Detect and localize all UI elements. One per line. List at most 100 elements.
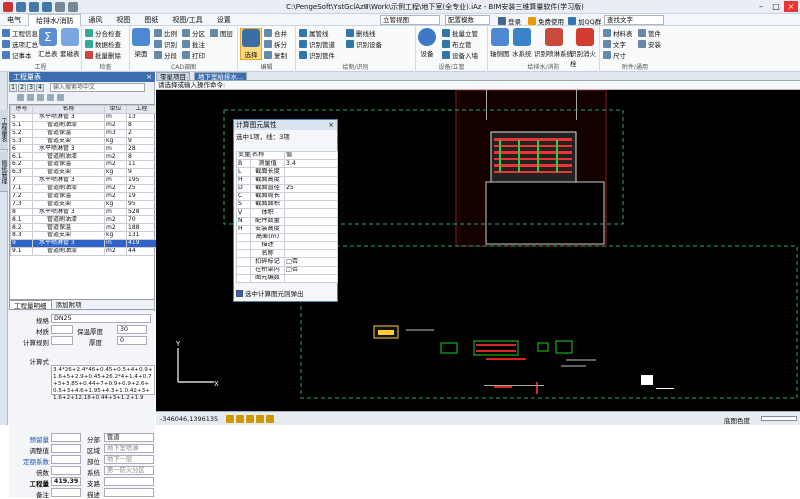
open-file-icon[interactable] bbox=[29, 2, 39, 12]
property-value[interactable]: □否 bbox=[284, 265, 338, 275]
project-info-button[interactable]: 工程信息 bbox=[2, 28, 38, 38]
col-header-unit[interactable]: 单位 bbox=[104, 105, 127, 114]
free-use-button[interactable]: 免费使用 bbox=[528, 16, 564, 26]
refresh-icon[interactable] bbox=[57, 94, 64, 101]
beam-button[interactable]: 梁面 bbox=[132, 28, 150, 58]
save-icon[interactable] bbox=[42, 2, 52, 12]
coef-field[interactable] bbox=[51, 455, 81, 464]
equipment-button[interactable]: 设备 bbox=[418, 28, 436, 58]
close-icon[interactable]: × bbox=[146, 72, 152, 82]
identify-fitting-button[interactable]: 识别管件 bbox=[299, 50, 335, 60]
split-check-button[interactable]: 分合检查 bbox=[85, 28, 121, 38]
arrow-right-icon[interactable] bbox=[47, 94, 54, 101]
col-header-qty[interactable]: 工程 bbox=[126, 105, 157, 114]
split-button[interactable]: 拆分 bbox=[264, 39, 287, 49]
property-value[interactable]: 25 bbox=[284, 183, 338, 193]
panel-search-input[interactable]: 输入搜索项中文 bbox=[50, 83, 145, 92]
view-select[interactable]: 立管视图 bbox=[380, 15, 440, 25]
dimension-button[interactable]: 尺寸 bbox=[603, 50, 626, 60]
osnap-icon[interactable] bbox=[266, 415, 274, 423]
property-row[interactable]: S 截面面积 bbox=[236, 200, 338, 210]
property-row[interactable]: 高差(m) bbox=[236, 232, 338, 243]
property-value[interactable] bbox=[284, 249, 338, 259]
batch-riser-button[interactable]: 批量立管 bbox=[442, 28, 478, 38]
water-system-button[interactable]: 水系统 bbox=[512, 28, 532, 58]
property-row[interactable]: C 截面周长 bbox=[236, 191, 338, 202]
part-field[interactable]: 地下一层 bbox=[104, 455, 154, 464]
property-value[interactable]: □否 bbox=[284, 257, 338, 267]
annotate-button[interactable]: 批注 bbox=[182, 39, 205, 49]
material-table-button[interactable]: 材料表 bbox=[603, 28, 633, 38]
property-value[interactable] bbox=[284, 224, 338, 234]
table-row[interactable]: 7.1 管道刷油漆 m2 25 bbox=[10, 183, 157, 193]
quantity-field[interactable]: 419.39 bbox=[51, 477, 81, 486]
table-row[interactable]: 7 水平喷淋管 3 m 195 bbox=[10, 176, 157, 185]
menu-plumbing[interactable]: 给排水/消防 bbox=[28, 13, 82, 26]
batch-delete-button[interactable]: 批量删除 bbox=[85, 50, 121, 60]
polar-icon[interactable] bbox=[256, 415, 264, 423]
level-1[interactable]: 1 bbox=[9, 84, 17, 92]
sprinkler-system-button[interactable]: 识别喷淋系统 bbox=[534, 28, 573, 58]
property-value[interactable] bbox=[284, 191, 338, 202]
tab-sundry[interactable]: 零星项目 bbox=[156, 72, 190, 81]
property-value[interactable]: 3.4 bbox=[284, 159, 338, 169]
menu-tools[interactable]: 视图/工具 bbox=[165, 14, 209, 26]
partition-field[interactable]: 管道 bbox=[104, 433, 154, 442]
reserve-field[interactable] bbox=[51, 433, 81, 442]
summary-table-button[interactable]: Σ 汇总表 bbox=[38, 28, 58, 58]
property-row[interactable]: 图元编数 bbox=[236, 273, 338, 284]
support-field[interactable] bbox=[104, 477, 154, 486]
menu-view[interactable]: 视图 bbox=[109, 14, 137, 26]
command-line[interactable]: 请选择或输入操作命令: bbox=[156, 81, 800, 90]
table-row[interactable]: 6 水平喷淋管 3 m 28 bbox=[10, 144, 157, 154]
fitting-button[interactable]: 管件 bbox=[638, 28, 661, 38]
redo-icon[interactable] bbox=[68, 2, 78, 12]
property-row[interactable]: B 测量值 3.4 bbox=[236, 159, 338, 169]
level-3[interactable]: 3 bbox=[27, 84, 35, 92]
print-button[interactable]: 打印 bbox=[182, 50, 205, 60]
multiple-field[interactable] bbox=[51, 466, 81, 475]
identify-button[interactable]: 识别 bbox=[154, 39, 177, 49]
scale-button[interactable]: 比例 bbox=[154, 28, 177, 38]
thickness-field[interactable]: 0 bbox=[117, 336, 147, 345]
system-field[interactable]: 第一防火分区 bbox=[104, 466, 154, 475]
merge-button[interactable]: 合并 bbox=[264, 28, 287, 38]
place-riser-button[interactable]: 布立管 bbox=[442, 39, 472, 49]
material-field[interactable] bbox=[51, 325, 73, 334]
data-check-button[interactable]: 数据检查 bbox=[85, 39, 121, 49]
property-value[interactable] bbox=[284, 208, 338, 218]
note-field[interactable] bbox=[51, 488, 81, 497]
level-4[interactable]: 4 bbox=[36, 84, 44, 92]
table-row[interactable]: 6.1 管道刷油漆 m2 8 bbox=[10, 152, 157, 162]
menu-electric[interactable]: 电气 bbox=[0, 14, 28, 26]
expand-icon[interactable] bbox=[17, 94, 24, 101]
axonometric-button[interactable]: 轴侧图 bbox=[490, 28, 510, 58]
property-row[interactable]: D 截面直径 25 bbox=[236, 183, 338, 193]
minimize-icon[interactable]: – bbox=[754, 1, 768, 12]
property-value[interactable] bbox=[284, 175, 338, 185]
login-button[interactable]: 登录 bbox=[498, 16, 521, 26]
table-row[interactable]: 8.3 管道支架 kg 131 bbox=[10, 231, 157, 241]
text-button[interactable]: 文字 bbox=[603, 39, 626, 49]
rule-field[interactable] bbox=[51, 336, 73, 345]
maximize-icon[interactable]: □ bbox=[769, 1, 783, 12]
formula-field[interactable]: 3.4*26+2.4*46+0.45+0.5+4+0.9+1.6+5+2.9+0… bbox=[51, 365, 155, 401]
property-row[interactable]: N 配件数量 bbox=[236, 216, 338, 226]
spec-field[interactable]: DN25 bbox=[51, 314, 151, 323]
property-value[interactable] bbox=[284, 216, 338, 226]
property-row[interactable]: 在桥架内 □否 bbox=[236, 265, 338, 275]
pipe-line-button[interactable]: 属管线 bbox=[299, 28, 329, 38]
qq-group-button[interactable]: 加QQ群 bbox=[568, 16, 601, 26]
table-row[interactable]: 6.3 管道支架 kg 9 bbox=[10, 168, 157, 178]
property-row[interactable]: L 截面长度 bbox=[236, 167, 338, 177]
notepad-button[interactable]: 记事本 bbox=[2, 50, 32, 60]
adjust-field[interactable] bbox=[51, 444, 81, 453]
undo-icon[interactable] bbox=[55, 2, 65, 12]
layer-button[interactable]: 图层 bbox=[210, 28, 233, 38]
background-slider[interactable] bbox=[761, 416, 797, 421]
quota-table-button[interactable]: 套磁表 bbox=[60, 28, 80, 58]
level-2[interactable]: 2 bbox=[18, 84, 26, 92]
menu-settings[interactable]: 设置 bbox=[210, 14, 238, 26]
close-icon[interactable]: × bbox=[328, 120, 334, 130]
select-button[interactable]: 选择 bbox=[240, 28, 262, 60]
